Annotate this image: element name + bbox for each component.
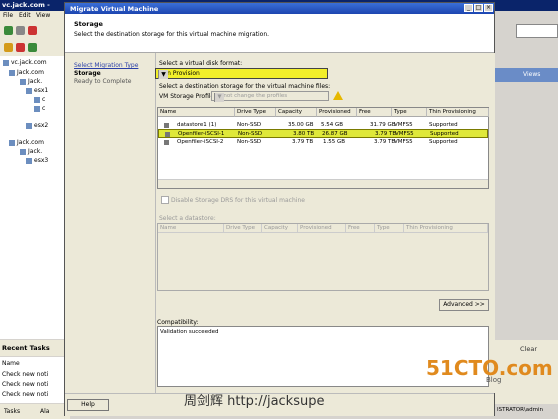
dialog-title: Migrate Virtual Machine (70, 4, 159, 13)
datastore-icon (164, 140, 169, 145)
col-header: Type (375, 224, 404, 233)
tree-item[interactable]: Jack. (20, 148, 42, 155)
back-icon[interactable] (4, 26, 13, 35)
tree-item[interactable]: Jack.com (9, 69, 44, 76)
host-icon (26, 122, 32, 129)
alarms-button[interactable]: Ala (40, 408, 49, 415)
chevron-down-icon[interactable]: ▼ (158, 70, 168, 79)
datastore-icon (164, 123, 169, 128)
tree-item[interactable]: esx1 (26, 87, 48, 94)
col-header[interactable]: Drive Type (235, 108, 276, 117)
forward-icon[interactable] (16, 26, 25, 35)
select-datastore-label: Select a datastore: (159, 215, 216, 222)
blog-watermark: Blog (486, 376, 502, 384)
minimize-icon[interactable]: _ (464, 4, 473, 12)
menu-file[interactable]: File (3, 12, 13, 19)
tree-item[interactable]: c (34, 96, 45, 103)
step-description: Select the destination storage for this … (74, 31, 270, 38)
warning-icon (333, 91, 343, 100)
dest-storage-label: Select a destination storage for the vir… (159, 83, 331, 90)
col-header[interactable]: Name (158, 108, 235, 117)
datacenter-icon (9, 69, 15, 76)
profile-value: Do not change the profiles (214, 93, 288, 99)
col-header: Provisioned (298, 224, 346, 233)
disk-format-label: Select a virtual disk format: (159, 60, 243, 67)
compatibility-value: Validation succeeded (160, 329, 219, 335)
col-header: Capacity (262, 224, 298, 233)
table-row[interactable]: Openfiler-iSCSI-2 Non-SSD 3.79 TB 1.55 G… (158, 138, 488, 147)
menu-view[interactable]: View (36, 12, 50, 19)
datacenter-icon (9, 139, 15, 146)
migrate-vm-dialog: Migrate Virtual Machine _ □ × Storage Se… (64, 2, 495, 416)
table-row-selected[interactable]: Openfiler-iSCSI-1 Non-SSD 3.80 TB 26.87 … (158, 129, 488, 138)
search-input[interactable] (516, 24, 558, 38)
chevron-down-icon: ▼ (214, 93, 224, 102)
views-panel: Views (495, 68, 558, 82)
col-header: Name (158, 224, 224, 233)
compatibility-label: Compatibility: (157, 319, 199, 326)
datastore-table-disabled: Name Drive Type Capacity Provisioned Fre… (157, 223, 489, 291)
disk-format-select[interactable]: Thin Provision ▼ (155, 68, 328, 79)
user-status: ISTRATOR\admin (497, 407, 544, 413)
disable-storage-drs-label: Disable Storage DRS for this virtual mac… (171, 197, 305, 204)
play-icon[interactable] (28, 43, 37, 52)
horizontal-scrollbar[interactable] (158, 179, 488, 188)
col-header[interactable]: Provisioned (317, 108, 357, 117)
host-icon (26, 157, 32, 164)
task-column-header[interactable]: Name (2, 360, 20, 367)
power-off-icon[interactable] (16, 43, 25, 52)
col-header[interactable]: Capacity (276, 108, 317, 117)
col-header[interactable]: Thin Provisioning (427, 108, 489, 117)
step-title: Storage (74, 20, 103, 28)
col-header: Drive Type (224, 224, 262, 233)
wizard-nav: Select Migration Type Storage Ready to C… (65, 53, 155, 393)
col-header[interactable]: Free (357, 108, 392, 117)
dialog-titlebar: Migrate Virtual Machine _ □ × (65, 3, 494, 14)
recent-tasks-list: Name Check new noti Check new noti Check… (0, 357, 70, 403)
vm-icon (34, 105, 40, 112)
views-label: Views (523, 71, 541, 78)
close-icon[interactable]: × (484, 4, 493, 12)
profile-select: Do not change the profiles ▼ (211, 91, 329, 102)
vcenter-icon (3, 59, 9, 66)
nav-select-migration-type[interactable]: Select Migration Type (74, 62, 138, 69)
nav-ready-to-complete: Ready to Complete (74, 78, 132, 85)
menu-edit[interactable]: Edit (19, 12, 31, 19)
nav-storage: Storage (74, 70, 101, 77)
datastore-icon (165, 132, 170, 137)
tree-item[interactable]: Jack. (20, 78, 42, 85)
recent-tasks-header: Recent Tasks (0, 340, 70, 356)
profile-label: VM Storage Profile: (159, 93, 217, 100)
list-item[interactable]: Check new noti (2, 391, 48, 398)
status-bar: Tasks Ala (0, 404, 70, 419)
dialog-header: Storage Select the destination storage f… (65, 14, 494, 53)
author-watermark: 周剑辉 http://jacksupe (184, 394, 325, 409)
tree-item[interactable]: c (34, 105, 45, 112)
help-button[interactable]: Help (67, 399, 109, 411)
pause-icon[interactable] (4, 43, 13, 52)
tree-item[interactable]: Jack.com (9, 139, 44, 146)
vm-icon (34, 96, 40, 103)
host-icon (26, 87, 32, 94)
clear-button[interactable]: Clear (520, 345, 537, 353)
client-toolbar (0, 22, 70, 57)
col-header: Thin Provisioning (404, 224, 488, 233)
list-item[interactable]: Check new noti (2, 381, 48, 388)
cluster-icon (20, 148, 26, 155)
advanced-button[interactable]: Advanced >> (439, 299, 489, 311)
inventory-tree: vc.jack.com Jack.com Jack. esx1 c c esx2… (0, 56, 71, 339)
disable-storage-drs-checkbox[interactable] (161, 196, 169, 204)
cluster-icon (20, 78, 26, 85)
tree-item[interactable]: esx2 (26, 122, 48, 129)
col-header[interactable]: Type (392, 108, 427, 117)
datastore-table: Name Drive Type Capacity Provisioned Fre… (157, 107, 489, 189)
tasks-button[interactable]: Tasks (4, 408, 20, 415)
tree-item[interactable]: esx3 (26, 157, 48, 164)
tree-item[interactable]: vc.jack.com (3, 59, 47, 66)
client-title: vc.jack.com - (2, 1, 50, 9)
stop-icon[interactable] (28, 26, 37, 35)
maximize-icon[interactable]: □ (474, 4, 483, 12)
list-item[interactable]: Check new noti (2, 371, 48, 378)
col-header: Free (346, 224, 375, 233)
